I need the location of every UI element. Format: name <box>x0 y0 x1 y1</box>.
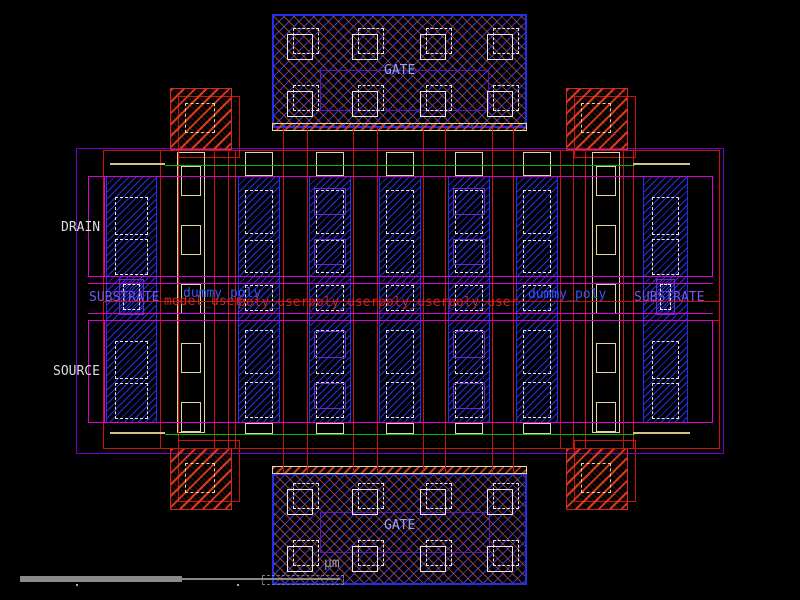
poly-strip <box>272 123 527 131</box>
poly-user-label: poly_user <box>308 295 378 310</box>
pad-contact-dashed <box>493 540 519 566</box>
poly-user-label: poly_user <box>378 295 448 310</box>
gate-bus-green <box>165 165 635 166</box>
drain-label: DRAIN <box>61 220 100 235</box>
scale-tick <box>237 584 239 586</box>
mid-magenta-line <box>88 313 713 314</box>
source-row-rect[interactable] <box>88 320 713 423</box>
poly-bus-yellow <box>110 432 165 434</box>
scale-bar-end-box <box>262 575 344 585</box>
pad-contact-dashed <box>293 28 319 54</box>
pad-contact-dashed <box>358 85 384 111</box>
pad-contact-dashed <box>493 483 519 509</box>
scale-unit-label: µm <box>324 556 340 571</box>
gate-top-label: GATE <box>384 63 415 78</box>
substrate-left-label: SUBSTRATE <box>89 290 159 305</box>
poly-user-label: poly_user <box>448 295 518 310</box>
corner-pad-contact <box>185 103 215 133</box>
substrate-right-label: SUBSTRATE <box>634 290 704 305</box>
pad-contact-dashed <box>358 540 384 566</box>
poly-strip <box>272 466 527 474</box>
source-row-inner-line <box>104 320 105 423</box>
drain-row-inner-line <box>104 176 105 277</box>
pad-contact-dashed <box>358 28 384 54</box>
scale-tick <box>76 584 78 586</box>
pad-contact-dashed <box>426 540 452 566</box>
gate-bus-green <box>165 434 635 435</box>
model-user-label: model_user <box>164 294 242 309</box>
pad-contact-dashed <box>493 28 519 54</box>
pad-contact-dashed <box>493 85 519 111</box>
mid-magenta-line <box>88 283 713 284</box>
pad-contact-dashed <box>426 483 452 509</box>
corner-pad-contact <box>581 463 611 493</box>
pad-contact-dashed <box>293 540 319 566</box>
pad-contact-dashed <box>426 85 452 111</box>
scale-bar-thin <box>182 578 340 580</box>
pad-contact-dashed <box>426 28 452 54</box>
dummy-poly-right-label: dummy_poly <box>528 287 606 302</box>
poly-bus-yellow <box>633 432 690 434</box>
corner-pad-contact <box>185 463 215 493</box>
drain-row-rect[interactable] <box>88 176 713 277</box>
layout-canvas[interactable]: DRAIN SOURCE GATE GATE SUBSTRATE SUBSTRA… <box>0 0 800 600</box>
pad-contact-dashed <box>293 85 319 111</box>
corner-pad-contact <box>581 103 611 133</box>
poly-bus-yellow <box>110 163 165 165</box>
poly-bus-yellow <box>633 163 690 165</box>
gate-bottom-label: GATE <box>384 518 415 533</box>
source-label: SOURCE <box>53 364 100 379</box>
scale-bar-thick <box>20 576 182 582</box>
poly-user-label: poly_user <box>238 295 308 310</box>
pad-contact-dashed <box>358 483 384 509</box>
pad-contact-dashed <box>293 483 319 509</box>
